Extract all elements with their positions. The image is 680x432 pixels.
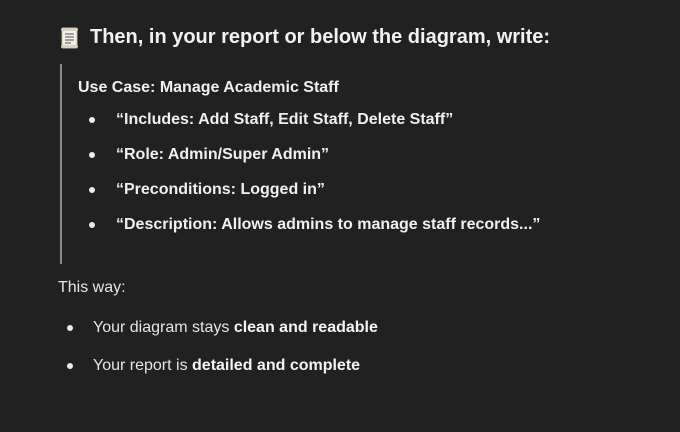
bullet-icon [89,222,95,228]
benefits-list: Your diagram stays clean and readable Yo… [60,316,378,392]
list-item: “Includes: Add Staff, Edit Staff, Delete… [78,108,660,143]
list-item-text: “Role: Admin/Super Admin” [116,146,330,163]
list-item-text: “Preconditions: Logged in” [116,181,325,198]
use-case-title: Use Case: Manage Academic Staff [78,79,339,96]
bullet-icon [89,187,95,193]
intro-text: This way: [58,279,126,296]
blockquote: Use Case: Manage Academic Staff “Include… [60,64,660,264]
list-item-bold: detailed and complete [192,357,361,374]
heading-text: Then, in your report or below the diagra… [90,26,551,48]
section-heading: Then, in your report or below the diagra… [60,26,550,49]
list-item-prefix: Your report is [93,357,193,374]
list-item: “Preconditions: Logged in” [78,178,660,213]
page-with-lines-icon [60,27,80,49]
bullet-icon [67,325,73,331]
list-item: “Role: Admin/Super Admin” [78,143,660,178]
list-item: Your diagram stays clean and readable [60,316,378,354]
list-item-text: “Description: Allows admins to manage st… [116,216,541,233]
list-item-prefix: Your diagram stays [93,319,234,336]
list-item-bold: clean and readable [233,319,378,336]
bullet-icon [89,152,95,158]
use-case-details-list: “Includes: Add Staff, Edit Staff, Delete… [78,108,660,248]
bullet-icon [89,117,95,123]
list-item: Your report is detailed and complete [60,354,378,392]
list-item: “Description: Allows admins to manage st… [78,213,660,248]
list-item-text: “Includes: Add Staff, Edit Staff, Delete… [116,111,454,128]
bullet-icon [67,363,73,369]
